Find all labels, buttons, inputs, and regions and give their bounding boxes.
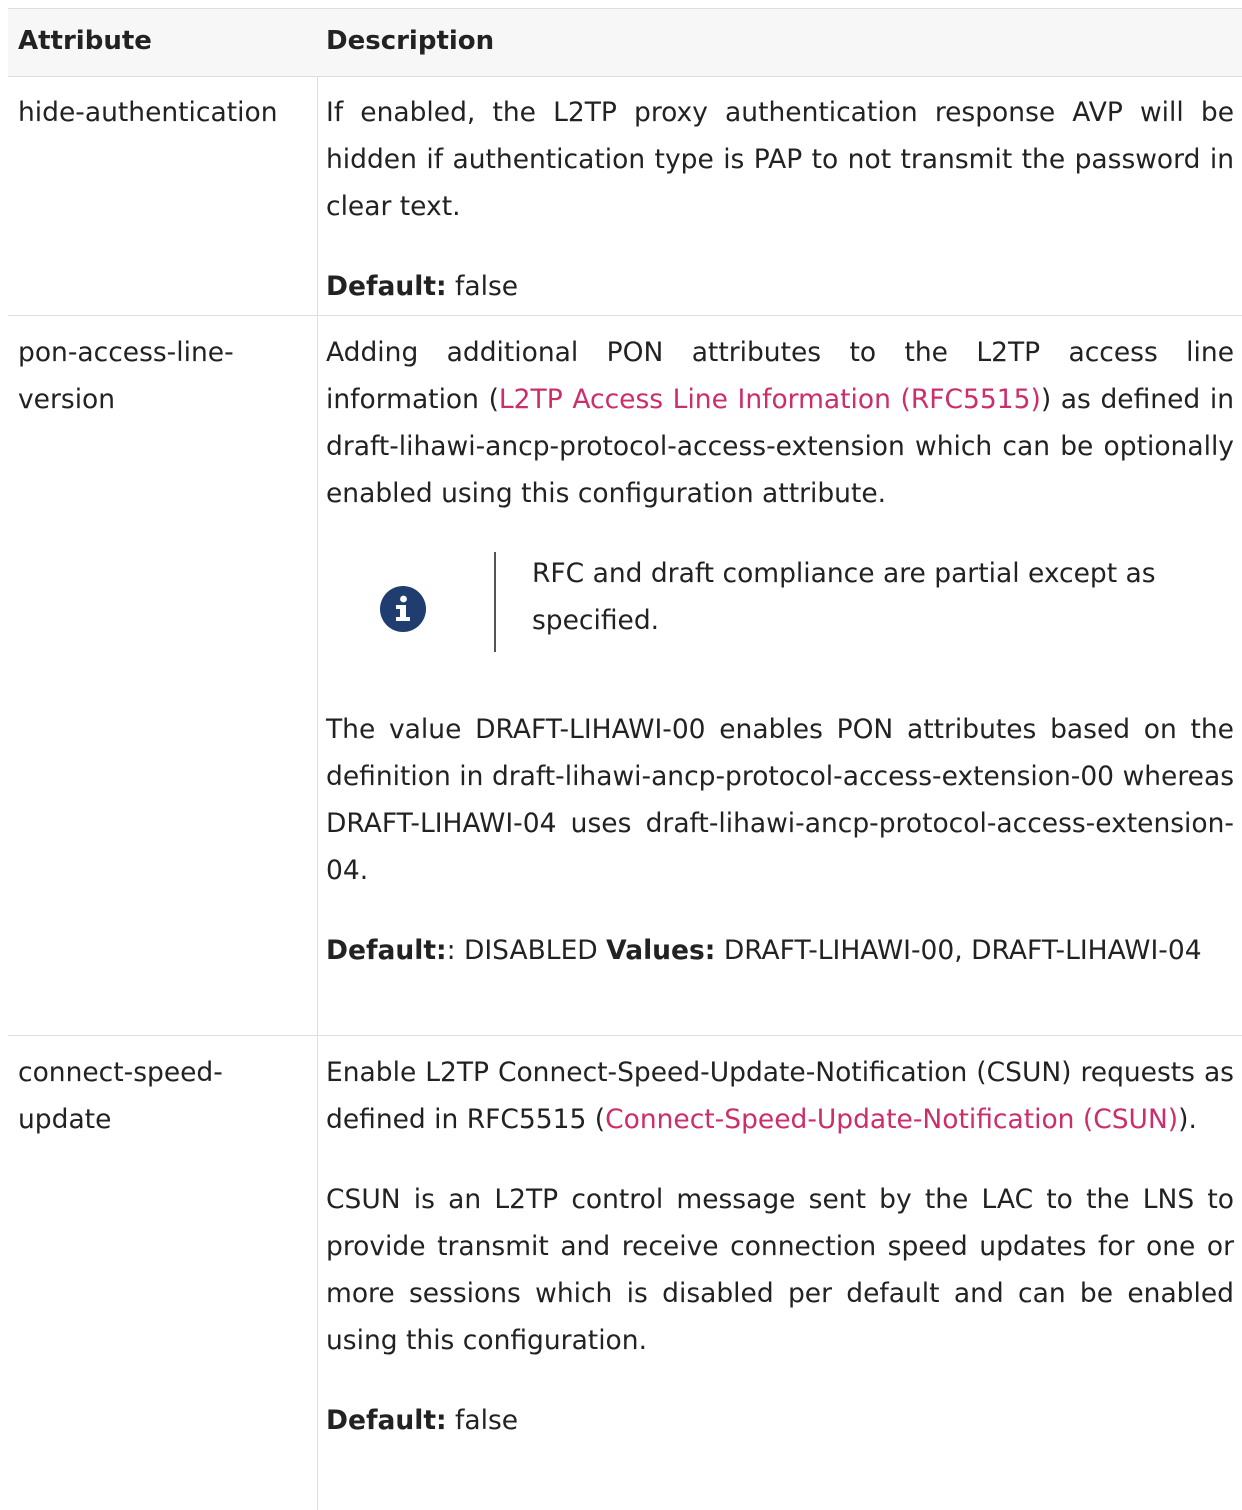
- default-label: Default:: [326, 935, 447, 966]
- note-divider: [494, 552, 496, 652]
- note-admonition: RFC and draft compliance are partial exc…: [326, 550, 1234, 678]
- info-icon: [380, 586, 426, 632]
- description-paragraph: CSUN is an L2TP control message sent by …: [326, 1184, 1234, 1356]
- values-label: Values:: [606, 935, 716, 966]
- values-value: DRAFT-LIHAWI-00, DRAFT-LIHAWI-04: [715, 935, 1202, 966]
- description-paragraph: The value DRAFT-LIHAWI-00 enables PON at…: [326, 714, 1234, 886]
- description-text: Enable L2TP Connect-Speed-Update-Notific…: [326, 1049, 1234, 1143]
- default-label: Default:: [326, 1405, 447, 1436]
- description-text-part: ).: [1178, 1104, 1197, 1135]
- info-icon-glyph: [396, 595, 410, 621]
- table-row: connect-speed-update Enable L2TP Connect…: [8, 1035, 1242, 1510]
- default-value: : DISABLED: [446, 935, 607, 966]
- attribute-description: If enabled, the L2TP proxy authenticatio…: [326, 89, 1234, 310]
- table-row: hide-authentication If enabled, the L2TP…: [8, 75, 1242, 316]
- rfc5515-access-line-link[interactable]: L2TP Access Line Information (RFC5515): [499, 384, 1041, 415]
- default-label: Default:: [326, 271, 447, 302]
- table-header: Attribute Description: [8, 8, 1242, 77]
- attribute-name: pon-access-line-version: [18, 337, 234, 415]
- description-text: Adding additional PON attributes to the …: [326, 329, 1234, 517]
- table-row: pon-access-line-version Adding additiona…: [8, 315, 1242, 1036]
- attribute-description: Enable L2TP Connect-Speed-Update-Notific…: [326, 1049, 1234, 1444]
- attribute-description: Adding additional PON attributes to the …: [326, 329, 1234, 974]
- note-text: RFC and draft compliance are partial exc…: [532, 558, 1156, 636]
- header-description: Description: [326, 26, 495, 56]
- header-attribute: Attribute: [18, 26, 152, 56]
- attribute-name: connect-speed-update: [18, 1057, 223, 1135]
- description-text: If enabled, the L2TP proxy authenticatio…: [326, 97, 1234, 222]
- default-line: Default: false: [326, 263, 1234, 310]
- default-value: false: [446, 1405, 519, 1436]
- csun-link[interactable]: Connect-Speed-Update-Notification (CSUN): [605, 1104, 1178, 1135]
- default-value: false: [446, 271, 519, 302]
- attribute-name: hide-authentication: [18, 97, 278, 128]
- default-line: Default:: DISABLED Values: DRAFT-LIHAWI-…: [326, 927, 1234, 974]
- default-line: Default: false: [326, 1397, 1234, 1444]
